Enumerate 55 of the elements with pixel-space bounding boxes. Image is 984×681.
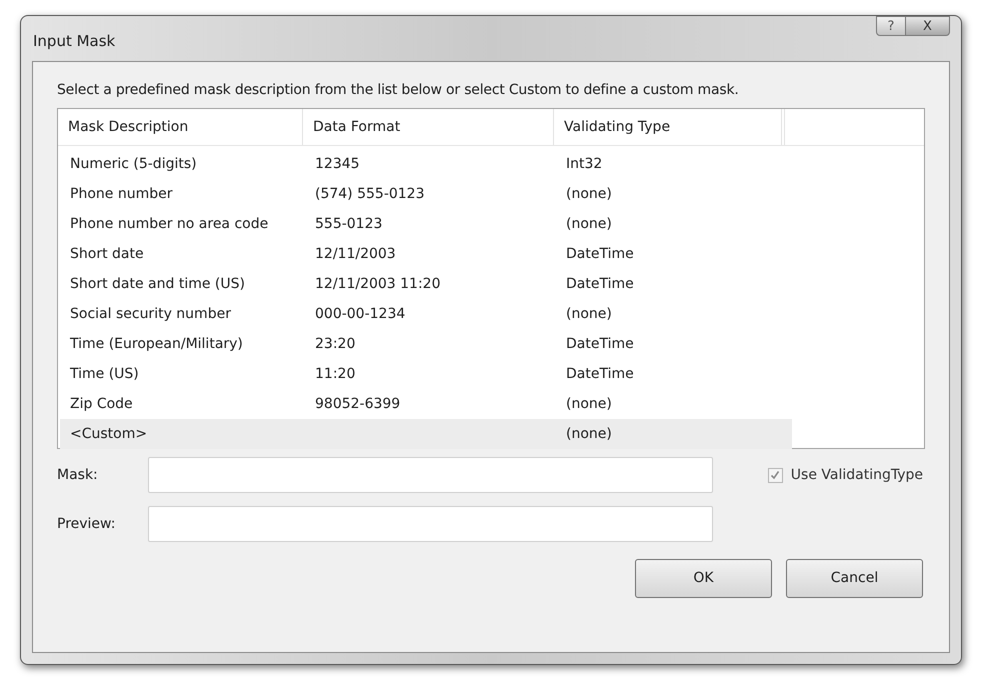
list-row[interactable]: Time (European/Military) 23:20 DateTime [60,329,792,359]
window-title: Input Mask [32,31,116,52]
table-cell-text: DateTime [566,364,634,384]
dialog-button[interactable]: OK [635,559,772,598]
instruction-text: Select a predefined mask description from the list below or select Custom to define a custom mask. [57,81,740,100]
table-cell-text: 23:20 [315,334,356,354]
help-button[interactable]: ? [876,16,906,36]
mask-list[interactable] [57,108,925,449]
table-cell-text: (none) [566,394,612,414]
close-button[interactable]: X [906,16,950,36]
input-field[interactable] [148,457,713,493]
table-cell-text: 555-0123 [315,214,382,234]
table-cell-text: DateTime [566,244,634,264]
column-header[interactable]: Mask Description [58,109,303,145]
table-cell-text: Phone number no area code [70,214,268,234]
table-cell-text: Short date and time (US) [70,274,245,294]
table-cell-text: Social security number [70,304,231,324]
table-cell-text: Zip Code [70,394,133,414]
table-cell-text: 98052-6399 [315,394,400,414]
checkbox-label: Use ValidatingType [790,466,923,484]
table-cell-text: 11:20 [315,364,356,384]
table-cell-text: (none) [566,304,612,324]
list-row[interactable]: Phone number no area code 555-0123 (none) [60,209,792,239]
list-row[interactable]: Zip Code 98052-6399 (none) [60,389,792,419]
column-header[interactable]: Data Format [303,109,554,145]
table-cell-text: Numeric (5-digits) [70,154,197,174]
table-cell-text: Short date [70,244,144,264]
list-row[interactable]: Numeric (5-digits) 12345 Int32 [60,149,792,179]
list-row[interactable]: <Custom> (none) [60,419,792,449]
dialog-button[interactable]: Cancel [786,559,923,598]
table-cell-text: Time (US) [70,364,139,384]
table-cell-text: Phone number [70,184,172,204]
column-header[interactable]: Validating Type [554,109,782,145]
table-cell-text: (none) [566,424,612,444]
table-cell-text: Int32 [566,154,602,174]
table-cell-text: 12/11/2003 [315,244,396,264]
input-field[interactable] [148,506,713,542]
table-cell-text: (none) [566,214,612,234]
list-row[interactable]: Short date 12/11/2003 DateTime [60,239,792,269]
table-cell-text: <Custom> [70,424,148,444]
table-cell-text: 000-00-1234 [315,304,406,324]
list-row[interactable]: Short date and time (US) 12/11/2003 11:20 DateTime [60,269,792,299]
list-row[interactable]: Social security number 000-00-1234 (none) [60,299,792,329]
table-cell-text: Time (European/Military) [70,334,243,354]
table-cell-text: DateTime [566,274,634,294]
checkmark-icon [770,470,780,480]
field-label: Mask: [57,466,99,484]
table-cell-text: (574) 555-0123 [315,184,424,204]
list-row[interactable]: Time (US) 11:20 DateTime [60,359,792,389]
field-label: Preview: [57,514,116,534]
table-cell-text: DateTime [566,334,634,354]
table-cell-text: 12/11/2003 11:20 [315,274,440,294]
list-row[interactable]: Phone number (574) 555-0123 (none) [60,179,792,209]
table-cell-text: (none) [566,184,612,204]
table-cell-text: 12345 [315,154,360,174]
